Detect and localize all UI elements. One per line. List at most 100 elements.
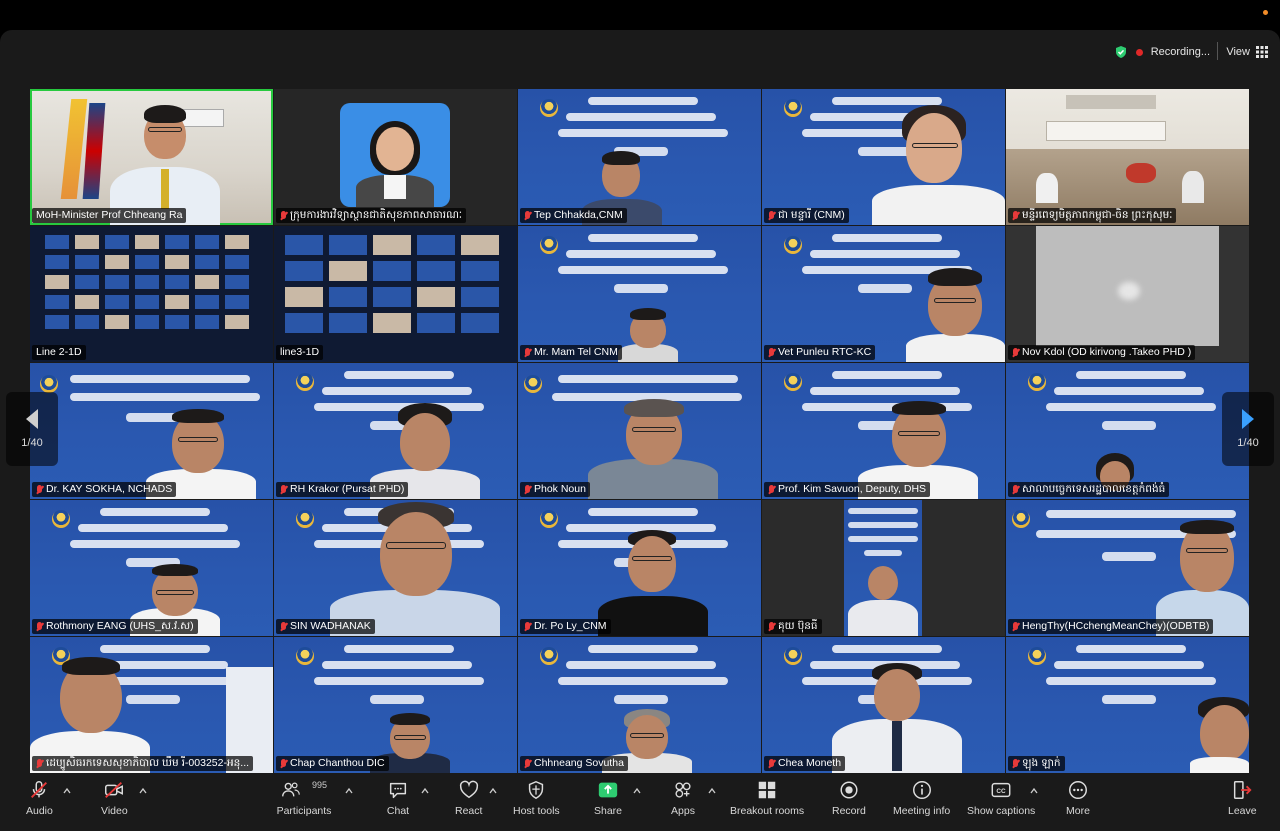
participant-tile[interactable]: Phok Noun: [518, 363, 761, 499]
participant-tile[interactable]: Vet Punleu RTC-KC: [762, 226, 1005, 362]
page-indicator: 1/40: [1237, 437, 1259, 449]
apps-icon: [675, 782, 691, 798]
muted-mic-icon: [1012, 347, 1019, 358]
audio-button[interactable]: Audio: [26, 779, 53, 817]
participant-tile[interactable]: Nov Kdol (OD kirivong .Takeo PHD ): [1006, 226, 1249, 362]
muted-mic-icon: [1012, 621, 1019, 632]
shield-icon: [1115, 46, 1126, 58]
participant-name-tag: Rothmony EANG (UHS_ស.វ.ស): [32, 619, 198, 634]
breakout-rooms-button[interactable]: Breakout rooms: [730, 779, 804, 817]
svg-text:CC: CC: [997, 788, 1007, 795]
participant-tile[interactable]: RH Krakor (Pursat PHD): [274, 363, 517, 499]
participant-tile[interactable]: Chea Moneth: [762, 637, 1005, 773]
breakout-rooms-label: Breakout rooms: [730, 805, 805, 817]
participant-tile[interactable]: SIN WADHANAK: [274, 500, 517, 636]
flower-decoration: [1126, 163, 1156, 183]
participant-video: [1190, 697, 1249, 773]
video-button[interactable]: Video: [101, 779, 128, 817]
participant-video: [330, 502, 500, 636]
more-icon: [1069, 781, 1087, 799]
muted-mic-icon: [280, 210, 287, 221]
participant-tile[interactable]: សាលាបច្ចេកទេសរដ្ឋបាលខេត្តកំពង់ធំ: [1006, 363, 1249, 499]
share-label: Share: [594, 805, 623, 817]
react-button[interactable]: React: [455, 779, 482, 817]
muted-mic-icon: [36, 758, 43, 769]
participant-video: [872, 103, 1005, 225]
chevron-right-icon: [1242, 409, 1254, 429]
profile-photo: [340, 103, 450, 207]
chevron-up-icon[interactable]: [421, 787, 429, 795]
record-icon: [840, 781, 858, 799]
chat-button[interactable]: Chat: [386, 779, 410, 817]
participant-tile[interactable]: គុយ ប៊ុនធី: [762, 500, 1005, 636]
participant-name-tag: HengThy(HCchengMeanChey)(ODBTB): [1008, 619, 1214, 634]
next-page-button[interactable]: 1/40: [1222, 392, 1274, 466]
share-screen-icon: [598, 782, 618, 798]
muted-mic-icon: [768, 347, 775, 358]
participant-name-tag: Tep Chhakda,CNM: [520, 208, 627, 223]
chevron-up-icon[interactable]: [63, 787, 71, 795]
muted-mic-icon: [524, 621, 531, 632]
video-label: Video: [101, 805, 128, 817]
participant-video: [110, 97, 220, 225]
participant-tile[interactable]: ជា មន្ទារី (CNM): [762, 89, 1005, 225]
show-captions-button[interactable]: CC Show captions: [967, 779, 1035, 817]
view-button[interactable]: View: [1226, 42, 1268, 62]
chevron-up-icon[interactable]: [1030, 787, 1038, 795]
participant-tile[interactable]: Chap Chanthou DIC: [274, 637, 517, 773]
participant-video: [844, 500, 922, 636]
chevron-up-icon[interactable]: [139, 787, 147, 795]
previous-page-button[interactable]: 1/40: [6, 392, 58, 466]
chevron-up-icon[interactable]: [489, 787, 497, 795]
more-button[interactable]: More: [1066, 779, 1090, 817]
chevron-up-icon[interactable]: [708, 787, 716, 795]
react-label: React: [455, 805, 483, 817]
recording-label: Recording...: [1150, 46, 1210, 58]
muted-mic-icon: [524, 347, 531, 358]
participant-video: [588, 399, 718, 499]
recording-indicator[interactable]: Recording...: [1114, 42, 1210, 62]
host-tools-button[interactable]: Host tools: [513, 779, 560, 817]
apps-button[interactable]: Apps: [671, 779, 695, 817]
record-button[interactable]: Record: [832, 779, 866, 817]
muted-mic-icon: [1012, 758, 1019, 769]
participant-tile[interactable]: Mr. Mam Tel CNM: [518, 226, 761, 362]
wall-portraits: [1066, 95, 1156, 109]
participant-tile[interactable]: ឡុង ឡាក់: [1006, 637, 1249, 773]
video-off-icon: [105, 781, 124, 799]
muted-mic-icon: [280, 484, 287, 495]
participant-tile[interactable]: ក្រុមការងារវិទ្យាស្ថានជាតិសុខភាពសាធារណៈ: [274, 89, 517, 225]
participant-tile[interactable]: Line 2-1D: [30, 226, 273, 362]
muted-mic-icon: [1012, 210, 1019, 221]
participant-name-tag: Vet Punleu RTC-KC: [764, 345, 876, 360]
chat-icon: [389, 782, 407, 799]
participant-tile[interactable]: MoH-Minister Prof Chheang Ra: [30, 89, 273, 225]
participant-tile[interactable]: Tep Chhakda,CNM: [518, 89, 761, 225]
meeting-info-button[interactable]: Meeting info: [893, 779, 950, 817]
chevron-up-icon[interactable]: [633, 787, 641, 795]
participant-tile[interactable]: Rothmony EANG (UHS_ស.វ.ស): [30, 500, 273, 636]
leave-button[interactable]: Leave: [1228, 779, 1257, 817]
participant-tile[interactable]: Dr. Po Ly_CNM: [518, 500, 761, 636]
shared-gallery-view: [44, 234, 260, 352]
share-button[interactable]: Share: [594, 779, 622, 817]
participant-tile[interactable]: Chhneang Sovutha: [518, 637, 761, 773]
participant-video: [906, 266, 1005, 362]
participants-button[interactable]: 995 Participants: [276, 779, 332, 817]
shared-gallery-view: [284, 234, 508, 352]
muted-mic-icon: [524, 484, 531, 495]
muted-mic-icon: [768, 621, 775, 632]
participant-tile[interactable]: Dr. KAY SOKHA, NCHADS: [30, 363, 273, 499]
participant-tile[interactable]: Prof. Kim Savuon, Deputy, DHS: [762, 363, 1005, 499]
participant-tile[interactable]: មន្ទីរពេទ្យមិត្តភាពកម្ពុជា-ចិន ព្រះកុសុម…: [1006, 89, 1249, 225]
participant-tile[interactable]: HengThy(HCchengMeanChey)(ODBTB): [1006, 500, 1249, 636]
muted-mic-icon: [1012, 484, 1019, 495]
participant-tile[interactable]: ដេប្បូសិធរកទេសសុខាភិបាល ឃឹម រី-003252-អន…: [30, 637, 273, 773]
participant-tile[interactable]: line3-1D: [274, 226, 517, 362]
host-tools-label: Host tools: [513, 805, 560, 817]
window-indicator-dot: [1263, 10, 1268, 15]
muted-mic-icon: [36, 621, 43, 632]
participant-name-tag: Chhneang Sovutha: [520, 756, 628, 771]
view-label: View: [1226, 46, 1250, 58]
chevron-up-icon[interactable]: [345, 787, 353, 795]
